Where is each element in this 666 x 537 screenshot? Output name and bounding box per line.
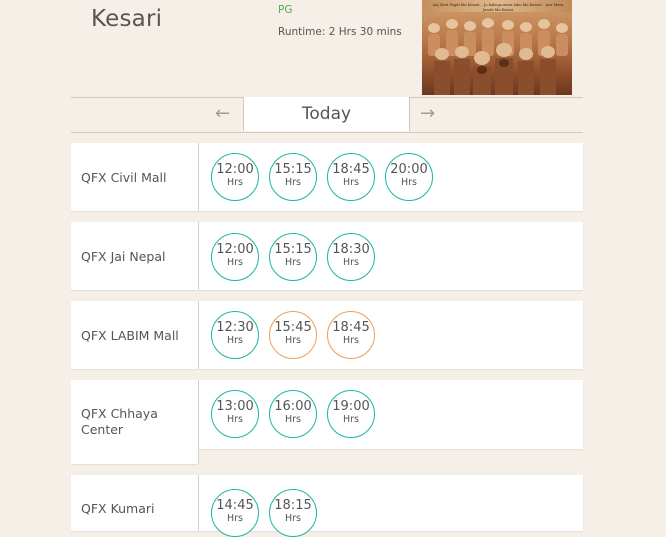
theatre-name: QFX LABIM Mall [81,328,179,343]
showtimes-panel: 12:00 Hrs 15:15 Hrs 18:30 Hrs [199,222,583,290]
theatre-row: QFX Jai Nepal 12:00 Hrs 15:15 Hrs 18:30 Hrs [71,222,583,291]
showtime-button[interactable]: 18:45 Hrs [327,153,375,201]
poster-soldiers-image [428,18,568,95]
showtime-button[interactable]: 14:45 Hrs [211,489,259,537]
showtimes-panel: 12:30 Hrs 15:45 Hrs 18:45 Hrs [199,301,583,369]
showtime-button[interactable]: 15:15 Hrs [269,233,317,281]
showtimes-panel: 12:00 Hrs 15:15 Hrs 18:45 Hrs 20:00 Hrs [199,143,583,211]
theatre-row: QFX Chhaya Center 13:00 Hrs 16:00 Hrs 19:0… [71,380,583,464]
theatre-name: QFX Kumari [81,501,155,516]
theatre-name: QFX Civil Mall [81,170,167,185]
movie-title: Kesari [91,6,163,32]
prev-date-arrow[interactable]: ← [215,104,230,124]
theatre-name-line2: Center [81,422,124,437]
showtime-button-filling[interactable]: 18:45 Hrs [327,311,375,359]
poster-tagline: Aaj Meri Pagdi bhi Kesari... Jo bahega m… [432,3,564,12]
date-label: Today [301,104,352,124]
date-selector-today[interactable]: Today [243,97,410,131]
next-date-arrow[interactable]: → [420,104,435,124]
theatre-row: QFX Kumari 14:45 Hrs 18:15 Hrs [71,475,583,537]
theatre-name-cell: QFX Kumari [71,475,198,531]
showtime-button[interactable]: 13:00 Hrs [211,390,259,438]
theatre-row: QFX LABIM Mall 12:30 Hrs 15:45 Hrs 18:45 Hr… [71,301,583,370]
movie-runtime: Runtime: 2 Hrs 30 mins [278,26,402,38]
theatre-name: QFX Chhaya [81,406,158,421]
showtime-button[interactable]: 18:30 Hrs [327,233,375,281]
showtime-button[interactable]: 19:00 Hrs [327,390,375,438]
movie-poster: Aaj Meri Pagdi bhi Kesari... Jo bahega m… [422,0,572,95]
showtime-button[interactable]: 12:00 Hrs [211,153,259,201]
showtime-button-filling[interactable]: 15:45 Hrs [269,311,317,359]
showtime-button[interactable]: 15:15 Hrs [269,153,317,201]
theatre-name-cell: QFX LABIM Mall [71,301,198,369]
showtime-button[interactable]: 18:15 Hrs [269,489,317,537]
theatre-row: QFX Civil Mall 12:00 Hrs 15:15 Hrs 18:45 Hr… [71,143,583,212]
theatre-name-cell: QFX Jai Nepal [71,222,198,290]
theatre-name-cell: QFX Chhaya Center [71,380,198,464]
theatre-name-cell: QFX Civil Mall [71,143,198,211]
showtime-button[interactable]: 12:30 Hrs [211,311,259,359]
showtime-button[interactable]: 12:00 Hrs [211,233,259,281]
showtimes-panel: 14:45 Hrs 18:15 Hrs [199,475,583,537]
showtime-button[interactable]: 16:00 Hrs [269,390,317,438]
theatre-name: QFX Jai Nepal [81,249,166,264]
showtime-button[interactable]: 20:00 Hrs [385,153,433,201]
movie-rating: PG [278,4,293,16]
showtimes-panel: 13:00 Hrs 16:00 Hrs 19:00 Hrs [199,380,583,449]
